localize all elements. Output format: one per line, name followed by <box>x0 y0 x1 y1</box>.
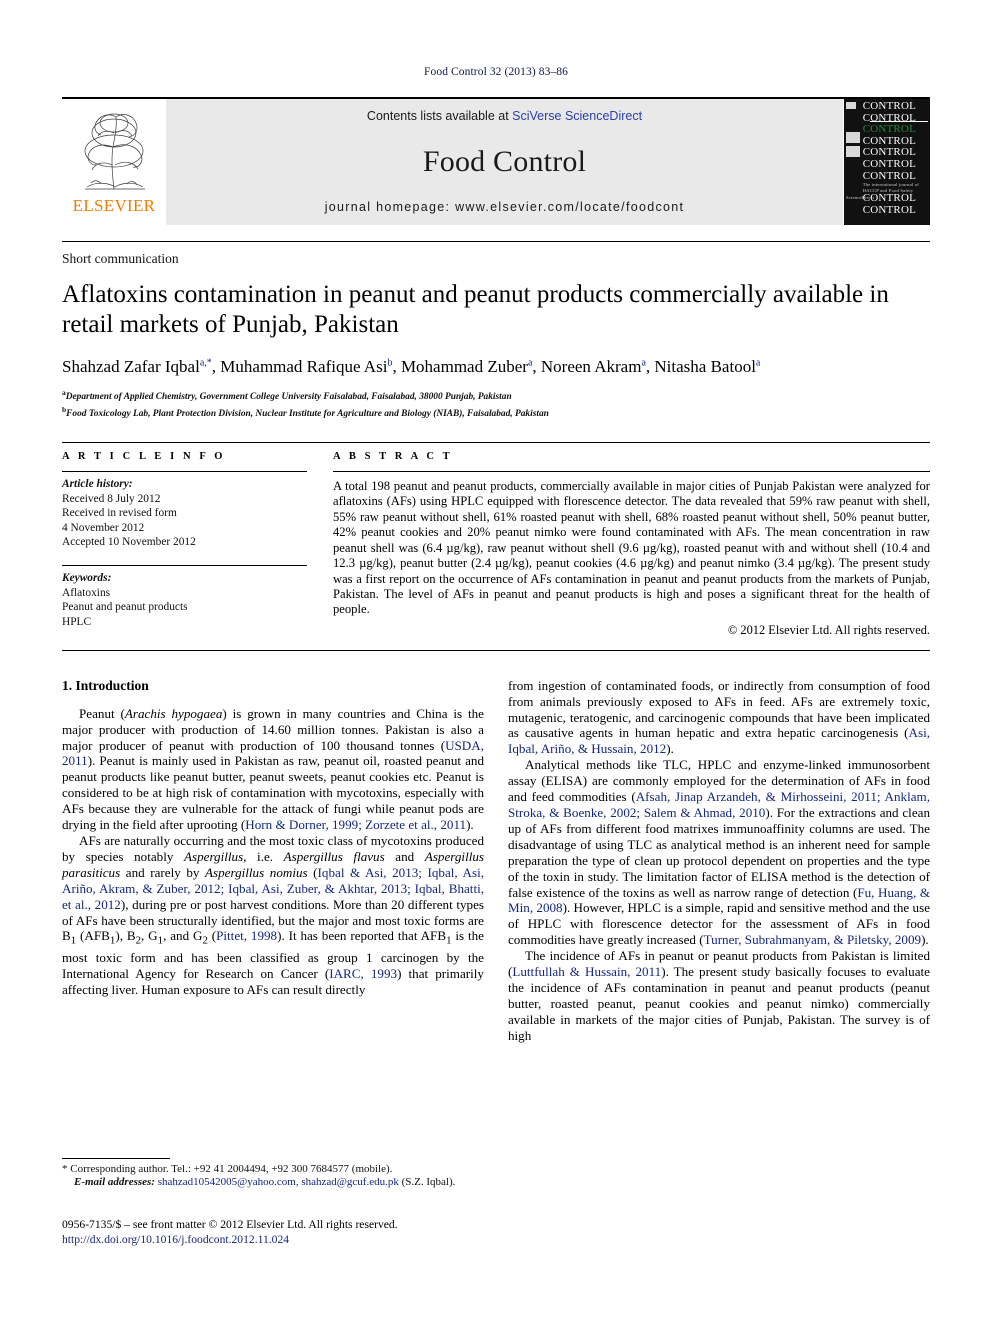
journal-title: Food Control <box>422 144 587 178</box>
abstract-heading: A B S T R A C T <box>333 451 453 463</box>
corresponding-author-line: * Corresponding author. Tel.: +92 41 200… <box>62 1163 393 1175</box>
journal-cover-thumbnail: CONTROL CONTROL CONTROL CONTROL CONTROL … <box>843 99 930 225</box>
affiliation-b-text: Food Toxicology Lab, Plant Protection Di… <box>66 408 549 419</box>
cover-corner-label: ScienceDirect <box>846 195 875 200</box>
body-paragraph: The incidence of AFs in peanut or peanut… <box>508 948 930 1043</box>
history-line: Accepted 10 November 2012 <box>62 536 196 549</box>
affiliation-a: aDepartment of Applied Chemistry, Govern… <box>62 387 930 404</box>
affiliation-list: aDepartment of Applied Chemistry, Govern… <box>62 387 930 420</box>
introduction-heading: 1. Introduction <box>62 677 149 693</box>
cover-mini-image-2 <box>846 132 860 143</box>
keyword-item: Aflatoxins <box>62 586 111 599</box>
title-block: Short communication Aflatoxins contamina… <box>62 241 930 638</box>
article-page: Food Control 32 (2013) 83–86 ELSEVIER Co… <box>0 0 992 1323</box>
history-line: 4 November 2012 <box>62 521 145 534</box>
doi-link[interactable]: http://dx.doi.org/10.1016/j.foodcont.201… <box>62 1233 562 1248</box>
contents-list-line: Contents lists available at SciVerse Sci… <box>367 109 642 123</box>
email-line: E-mail addresses: shahzad10542005@yahoo.… <box>62 1176 496 1189</box>
keyword-item: Peanut and peanut products <box>62 601 188 614</box>
keywords-block: Keywords: Aflatoxins Peanut and peanut p… <box>62 565 307 629</box>
cover-divider <box>870 121 928 122</box>
cover-mini-image-1 <box>846 102 856 109</box>
cover-mini-image-3 <box>846 146 860 157</box>
footnote-rule <box>62 1158 170 1159</box>
body-column-right: from ingestion of contaminated foods, or… <box>508 678 930 1044</box>
info-abstract-section: A R T I C L E I N F O Article history: R… <box>62 442 930 638</box>
body-column-left: 1. Introduction Peanut (Arachis hypogaea… <box>62 678 484 1044</box>
author-list: Shahzad Zafar Iqbala,*, Muhammad Rafique… <box>62 357 761 376</box>
affiliation-b: bFood Toxicology Lab, Plant Protection D… <box>62 404 930 421</box>
article-history-label: Article history: <box>62 478 133 491</box>
imprint-line: 0956-7135/$ – see front matter © 2012 El… <box>62 1218 398 1231</box>
history-line: Received in revised form <box>62 507 177 520</box>
section-divider <box>62 649 930 651</box>
contents-prefix: Contents lists available at <box>366 109 513 123</box>
body-columns: 1. Introduction Peanut (Arachis hypogaea… <box>62 678 930 1044</box>
cover-word-7: CONTROL <box>862 169 917 182</box>
article-history-block: Article history: Received 8 July 2012 Re… <box>62 471 307 550</box>
email-suffix: (S.Z. Iqbal). <box>401 1176 456 1189</box>
abstract-text: A total 198 peanut and peanut products, … <box>333 479 930 617</box>
corresponding-author-footnote: * Corresponding author. Tel.: +92 41 200… <box>62 1158 496 1190</box>
journal-masthead: ELSEVIER Contents lists available at Sci… <box>62 97 930 225</box>
abstract-column: A B S T R A C T A total 198 peanut and p… <box>333 451 930 638</box>
page-title: Aflatoxins contamination in peanut and p… <box>62 281 889 338</box>
cover-word-9: CONTROL <box>862 203 917 216</box>
email-links[interactable]: shahzad10542005@yahoo.com, shahzad@gcuf.… <box>158 1176 399 1188</box>
journal-band: Contents lists available at SciVerse Sci… <box>166 99 843 225</box>
body-paragraph: from ingestion of contaminated foods, or… <box>508 677 930 757</box>
body-paragraph: AFs are naturally occurring and the most… <box>62 832 484 997</box>
cover-word-1: CONTROL <box>862 100 917 112</box>
keyword-item: HPLC <box>62 615 92 628</box>
history-line: Received 8 July 2012 <box>62 492 161 505</box>
body-paragraph: Analytical methods like TLC, HPLC and en… <box>508 757 930 948</box>
sciencedirect-link[interactable]: SciVerse ScienceDirect <box>512 109 642 123</box>
article-type-label: Short communication <box>62 241 930 267</box>
cover-right-strip: CONTROL CONTROL CONTROL CONTROL CONTROL … <box>862 99 930 225</box>
abstract-copyright: © 2012 Elsevier Ltd. All rights reserved… <box>727 622 930 637</box>
article-info-heading: A R T I C L E I N F O <box>62 451 226 463</box>
body-paragraph: Peanut (Arachis hypogaea) is grown in ma… <box>62 705 484 833</box>
affiliation-a-text: Department of Applied Chemistry, Governm… <box>65 392 512 403</box>
cover-word-6: CONTROL <box>862 157 917 170</box>
imprint-block: 0956-7135/$ – see front matter © 2012 El… <box>62 1218 562 1247</box>
journal-homepage-link[interactable]: journal homepage: www.elsevier.com/locat… <box>325 200 685 214</box>
elsevier-tree-icon <box>71 103 157 195</box>
keywords-label: Keywords: <box>62 572 112 585</box>
article-info-column: A R T I C L E I N F O Article history: R… <box>62 451 307 638</box>
email-label: E-mail addresses: <box>74 1176 155 1189</box>
cover-left-strip <box>844 99 862 225</box>
running-head: Food Control 32 (2013) 83–86 <box>424 66 568 78</box>
elsevier-logo: ELSEVIER <box>62 99 166 225</box>
elsevier-wordmark: ELSEVIER <box>72 196 156 215</box>
